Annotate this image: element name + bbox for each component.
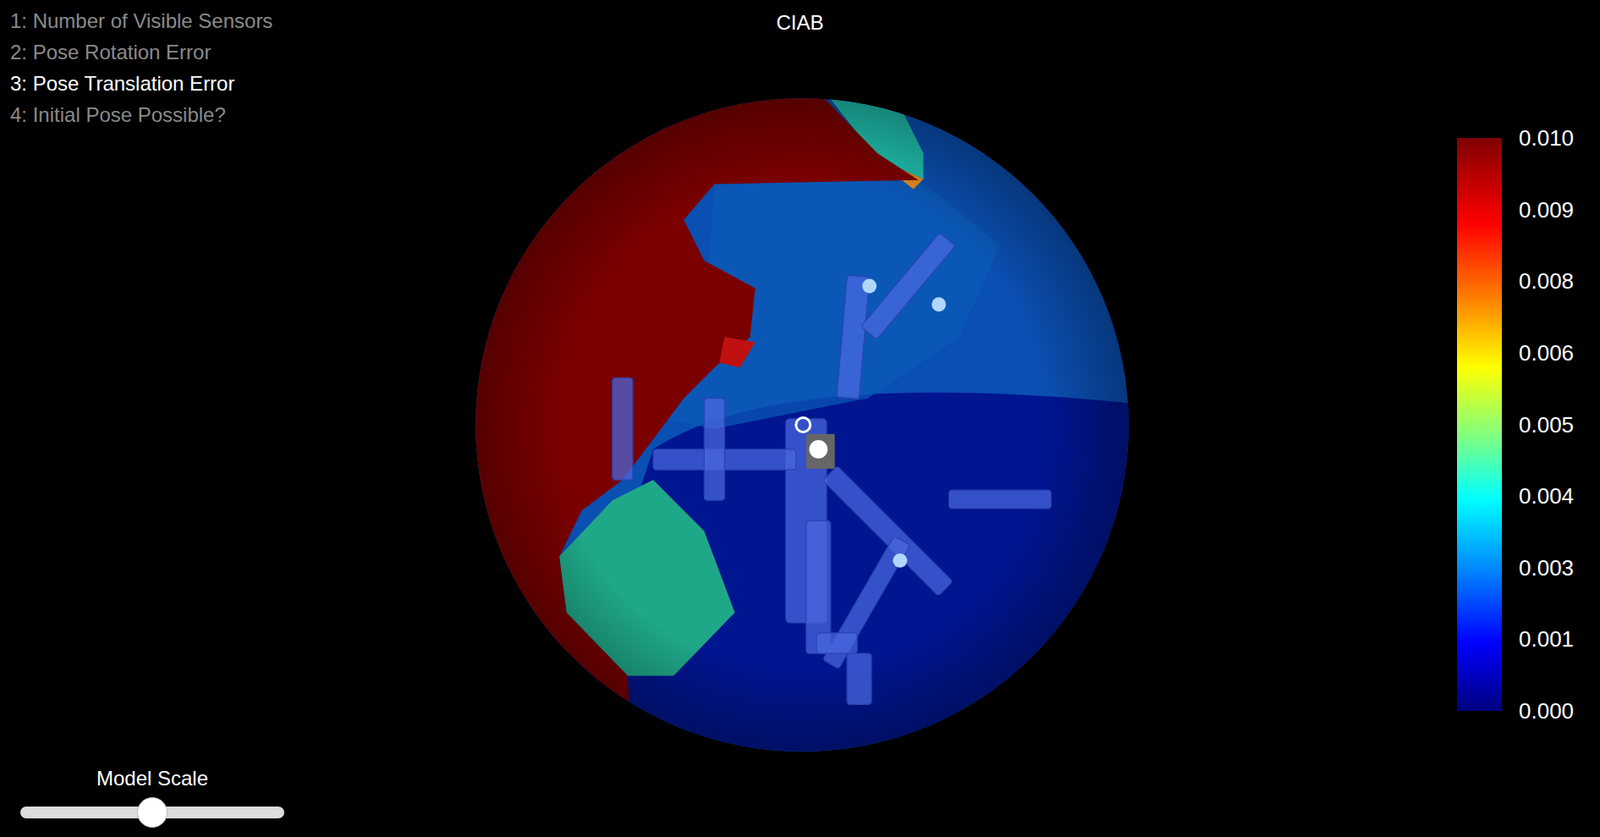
colorbar: 0.0100.0090.0080.0060.0050.0040.0030.001… (1457, 137, 1574, 711)
colorbar-tick: 0.001 (1518, 626, 1574, 652)
viewer-window: 1: Number of Visible Sensors 2: Pose Rota… (0, 0, 1600, 837)
view-menu: 1: Number of Visible Sensors 2: Pose Rota… (10, 8, 273, 128)
colorbar-tick: 0.000 (1518, 698, 1574, 724)
colorbar-tick: 0.010 (1518, 125, 1574, 151)
colorbar-tick: 0.004 (1518, 483, 1574, 509)
colorbar-tick: 0.003 (1518, 555, 1574, 581)
colorbar-tick: 0.008 (1518, 268, 1574, 294)
sensor-markers (796, 279, 946, 568)
model-scale-label: Model Scale (96, 765, 209, 792)
model-scale-slider[interactable] (20, 806, 285, 819)
sensor-model (612, 232, 1051, 704)
colorbar-tick: 0.005 (1518, 412, 1574, 438)
colorbar-tick: 0.009 (1518, 197, 1574, 223)
view-menu-item[interactable]: 2: Pose Rotation Error (10, 39, 273, 66)
view-menu-item[interactable]: 1: Number of Visible Sensors (10, 8, 273, 34)
model-scale-control: Model Scale (20, 765, 285, 819)
view-menu-item[interactable]: 3: Pose Translation Error (10, 71, 273, 97)
view-title: CIAB (0, 10, 1600, 36)
colorbar-gradient (1457, 137, 1502, 711)
slider-thumb[interactable] (137, 797, 168, 828)
view-menu-item[interactable]: 4: Initial Pose Possible? (10, 102, 273, 128)
colorbar-tick: 0.006 (1518, 340, 1574, 366)
error-sphere[interactable] (474, 97, 1130, 753)
